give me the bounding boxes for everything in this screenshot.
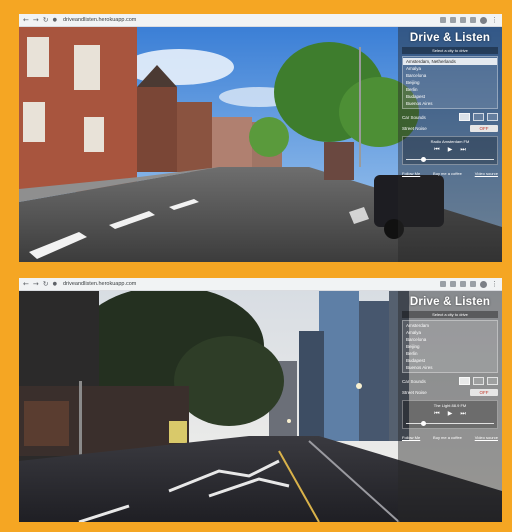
city-item[interactable]: Barcelona — [403, 72, 497, 79]
street-noise-toggle[interactable]: OFF — [470, 125, 498, 132]
city-list: Amsterdam Amalya Barcelona Beijing Berli… — [402, 320, 498, 373]
city-item[interactable]: Buenos Aires — [403, 100, 497, 107]
app-title: Drive & Listen — [409, 32, 491, 44]
car-sounds-row: Car Sounds — [402, 377, 498, 385]
city-item[interactable]: Budapest — [403, 93, 497, 100]
extension-icon[interactable] — [450, 17, 456, 23]
lock-icon: ● — [52, 280, 57, 287]
radio-player: The Light 88.9 FM ⏮ ▶ ⏭ — [402, 400, 498, 429]
browser-screenshot-2: ← → ↻ ● driveandlisten.herokuapp.com ⋮ D… — [19, 278, 502, 522]
extension-icon[interactable] — [460, 17, 466, 23]
volume-slider[interactable] — [406, 421, 494, 426]
coffee-link[interactable]: Buy me a coffee — [433, 435, 462, 440]
reload-icon[interactable]: ↻ — [43, 16, 49, 24]
station-title: The Light 88.9 FM — [433, 403, 467, 408]
city-item[interactable]: Amalya — [403, 65, 497, 72]
address-bar[interactable]: driveandlisten.herokuapp.com — [63, 281, 136, 287]
street-noise-toggle[interactable]: OFF — [470, 389, 498, 396]
video-source-link[interactable]: Video source — [475, 435, 498, 440]
extension-icon[interactable] — [440, 281, 446, 287]
volume-track — [406, 159, 494, 160]
volume-track — [406, 423, 494, 424]
city-item[interactable]: Beijing — [403, 79, 497, 86]
skip-next-icon[interactable]: ⏭ — [460, 410, 465, 418]
volume-slider[interactable] — [406, 157, 494, 162]
browser-screenshot-1: ← → ↻ ● driveandlisten.herokuapp.com ⋮ D… — [19, 14, 502, 262]
city-item[interactable]: Amsterdam, Netherlands — [403, 58, 497, 65]
back-arrow-icon[interactable]: ← — [23, 16, 29, 24]
play-icon[interactable]: ▶ — [448, 146, 453, 154]
back-arrow-icon[interactable]: ← — [23, 280, 29, 288]
car-sounds-label: Car Sounds — [402, 114, 426, 120]
panel-footer: Follow Me Buy me a coffee Video source — [402, 435, 498, 440]
city-item[interactable]: Berlin — [403, 86, 497, 93]
car-sound-option-button[interactable] — [473, 377, 484, 385]
car-sound-option-button[interactable] — [459, 377, 470, 385]
street-noise-label: Street Noise — [402, 390, 427, 395]
radio-player: Radio Amsterdam FM ⏮ ▶ ⏭ — [402, 136, 498, 165]
city-item[interactable]: Amsterdam — [403, 322, 497, 329]
extension-icon[interactable] — [470, 17, 476, 23]
city-item[interactable]: Budapest — [403, 357, 497, 364]
follow-me-link[interactable]: Follow Me — [402, 171, 420, 176]
volume-knob[interactable] — [421, 421, 427, 426]
street-noise-label: Street Noise — [402, 126, 427, 131]
play-icon[interactable]: ▶ — [448, 410, 453, 418]
extension-icon[interactable] — [440, 17, 446, 23]
skip-next-icon[interactable]: ⏭ — [460, 146, 465, 154]
player-controls: ⏮ ▶ ⏭ — [406, 410, 494, 418]
follow-me-link[interactable]: Follow Me — [402, 435, 420, 440]
street-noise-row: Street Noise OFF — [402, 389, 498, 396]
extension-icon[interactable] — [470, 281, 476, 287]
street-noise-row: Street Noise OFF — [402, 125, 498, 132]
volume-knob[interactable] — [421, 157, 427, 162]
browser-menu-icon[interactable]: ⋮ — [491, 280, 498, 288]
car-sound-option-button[interactable] — [459, 113, 470, 121]
city-item[interactable]: Buenos Aires — [403, 364, 497, 371]
profile-avatar[interactable] — [480, 280, 487, 288]
skip-previous-icon[interactable]: ⏮ — [434, 410, 439, 418]
city-list: Amsterdam, Netherlands Amalya Barcelona … — [402, 56, 498, 109]
city-item[interactable]: Barcelona — [403, 336, 497, 343]
browser-toolbar: ← → ↻ ● driveandlisten.herokuapp.com ⋮ — [19, 278, 502, 291]
city-item[interactable]: Beijing — [403, 343, 497, 350]
car-sound-option-button[interactable] — [473, 113, 484, 121]
lock-icon: ● — [52, 16, 57, 23]
panel-footer: Follow Me Buy me a coffee Video source — [402, 171, 498, 176]
car-sound-option-button[interactable] — [487, 377, 498, 385]
extension-icon[interactable] — [450, 281, 456, 287]
coffee-link[interactable]: Buy me a coffee — [433, 171, 462, 176]
app-title: Drive & Listen — [409, 296, 491, 308]
forward-arrow-icon[interactable]: → — [33, 280, 39, 288]
address-bar[interactable]: driveandlisten.herokuapp.com — [63, 17, 136, 23]
control-panel: Drive & Listen Select a city to drive Am… — [398, 291, 502, 522]
car-sounds-label: Car Sounds — [402, 378, 426, 384]
city-list-heading: Select a city to drive — [402, 47, 498, 54]
car-sound-option-button[interactable] — [487, 113, 498, 121]
control-panel: Drive & Listen Select a city to drive Am… — [398, 27, 502, 262]
browser-toolbar: ← → ↻ ● driveandlisten.herokuapp.com ⋮ — [19, 14, 502, 27]
skip-previous-icon[interactable]: ⏮ — [434, 146, 439, 154]
city-item[interactable]: Amalya — [403, 329, 497, 336]
extension-icon[interactable] — [460, 281, 466, 287]
city-item[interactable]: Berlin — [403, 350, 497, 357]
station-title: Radio Amsterdam FM — [430, 139, 470, 144]
forward-arrow-icon[interactable]: → — [33, 16, 39, 24]
video-source-link[interactable]: Video source — [475, 171, 498, 176]
browser-menu-icon[interactable]: ⋮ — [491, 16, 498, 24]
player-controls: ⏮ ▶ ⏭ — [406, 146, 494, 154]
profile-avatar[interactable] — [480, 16, 487, 24]
car-sounds-row: Car Sounds — [402, 113, 498, 121]
city-list-heading: Select a city to drive — [402, 311, 498, 318]
reload-icon[interactable]: ↻ — [43, 280, 49, 288]
